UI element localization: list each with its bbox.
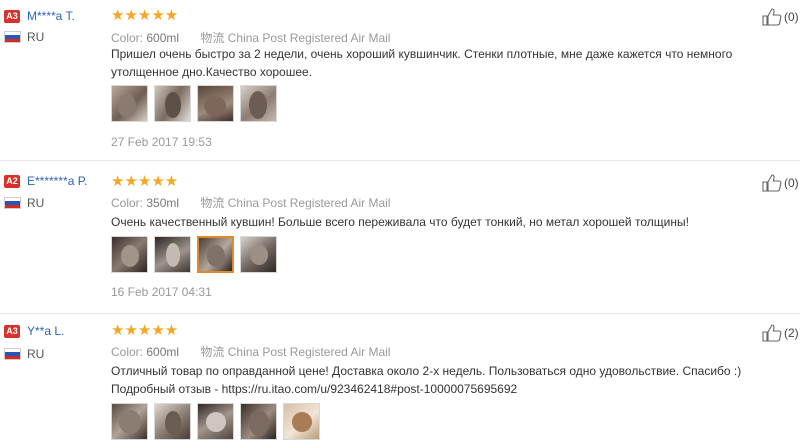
thumbs-up-icon: [762, 174, 782, 192]
review-item: A3 M****a T. RU ★★★★★ Color: 600ml 物流 Ch…: [0, 0, 800, 160]
russia-flag-icon: [4, 197, 21, 209]
helpful-count: (0): [784, 10, 799, 24]
review-text: Отличный товар по оправданной цене! Дост…: [111, 364, 742, 396]
reviewer-name[interactable]: E*******a P.: [27, 174, 88, 188]
review-photo-thumb[interactable]: [197, 403, 234, 440]
helpful-button[interactable]: (0): [762, 174, 799, 192]
thumbs-up-icon: [762, 8, 782, 26]
review-photos: [111, 85, 277, 122]
star-rating: ★★★★★: [111, 173, 179, 190]
review-photo-thumb[interactable]: [111, 403, 148, 440]
review-photo-thumb[interactable]: [111, 85, 148, 122]
helpful-button[interactable]: (0): [762, 8, 799, 26]
color-value: 600ml: [146, 345, 180, 359]
review-meta: Color: 600ml 物流 China Post Registered Ai…: [111, 343, 390, 360]
helpful-count: (2): [784, 326, 799, 340]
russia-flag-icon: [4, 348, 21, 360]
review-photo-thumb[interactable]: [197, 236, 234, 273]
helpful-count: (0): [784, 176, 799, 190]
review-photo-thumb[interactable]: [240, 236, 277, 273]
reviewer-country: RU: [27, 196, 45, 210]
color-label: Color:: [111, 345, 144, 359]
review-photos: [111, 236, 277, 273]
reviewer-name[interactable]: M****a T.: [27, 9, 75, 23]
shipping-method: 物流 China Post Registered Air Mail: [200, 345, 391, 359]
review-text: Пришел очень быстро за 2 недели, очень х…: [111, 47, 733, 79]
shipping-method: 物流 China Post Registered Air Mail: [200, 196, 391, 210]
buyer-level-badge: A3: [4, 325, 20, 338]
review-photo-thumb[interactable]: [111, 236, 148, 273]
color-value: 600ml: [146, 31, 180, 45]
reviewer-country: RU: [27, 347, 45, 361]
review-photos: [111, 403, 320, 440]
review-photo-thumb[interactable]: [154, 403, 191, 440]
review-item: A3 Y**a L. RU ★★★★★ Color: 600ml 物流 Chin…: [0, 314, 800, 448]
star-rating: ★★★★★: [111, 322, 179, 339]
helpful-button[interactable]: (2): [762, 324, 799, 342]
star-rating: ★★★★★: [111, 7, 179, 24]
buyer-level-badge: A2: [4, 175, 20, 188]
review-photo-thumb[interactable]: [197, 85, 234, 122]
review-text: Очень качественный кувшин! Больше всего …: [111, 215, 689, 229]
review-meta: Color: 600ml 物流 China Post Registered Ai…: [111, 29, 390, 46]
review-item: A2 E*******a P. RU ★★★★★ Color: 350ml 物流…: [0, 161, 800, 313]
reviewer-name[interactable]: Y**a L.: [27, 324, 64, 338]
review-photo-thumb[interactable]: [240, 403, 277, 440]
thumbs-up-icon: [762, 324, 782, 342]
color-label: Color:: [111, 31, 144, 45]
buyer-level-badge: A3: [4, 10, 20, 23]
review-photo-thumb[interactable]: [283, 403, 320, 440]
review-photo-thumb[interactable]: [240, 85, 277, 122]
review-photo-thumb[interactable]: [154, 236, 191, 273]
russia-flag-icon: [4, 31, 21, 43]
reviewer-country: RU: [27, 30, 45, 44]
review-date: 16 Feb 2017 04:31: [111, 285, 212, 299]
review-date: 27 Feb 2017 19:53: [111, 135, 212, 149]
color-value: 350ml: [146, 196, 180, 210]
shipping-method: 物流 China Post Registered Air Mail: [200, 31, 391, 45]
color-label: Color:: [111, 196, 144, 210]
review-meta: Color: 350ml 物流 China Post Registered Ai…: [111, 194, 390, 211]
review-photo-thumb[interactable]: [154, 85, 191, 122]
